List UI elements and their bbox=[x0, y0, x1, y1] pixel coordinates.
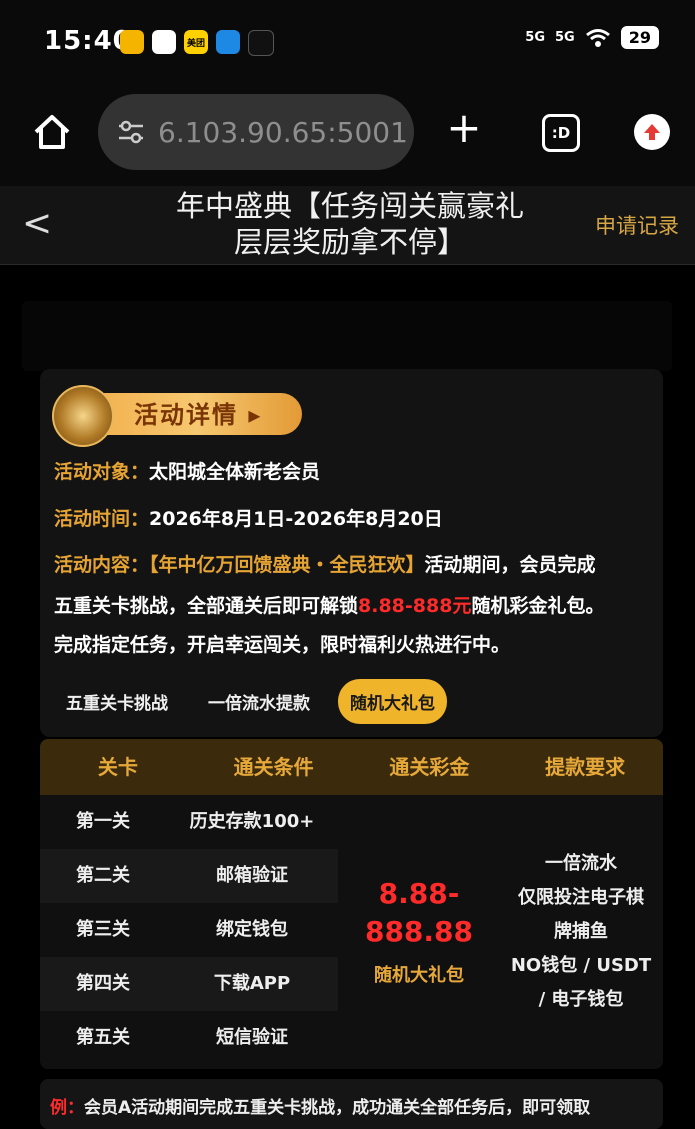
folder-app-icon bbox=[120, 30, 144, 54]
row-level: 第一关 bbox=[76, 811, 130, 832]
details-badge: 活动详情 ▸ bbox=[52, 385, 304, 447]
table-row: 第五关 短信验证 bbox=[40, 1011, 338, 1065]
target-line: 活动对象：太阳城全体新老会员 bbox=[54, 453, 320, 491]
content-text1: 活动期间，会员完成 bbox=[424, 554, 596, 576]
row-level: 第三关 bbox=[76, 919, 130, 940]
page-title-line2: 层层奖励拿不停】 bbox=[233, 225, 466, 259]
row-level: 第五关 bbox=[76, 1027, 130, 1048]
browser-toolbar: 6.103.90.65:5001 + :D bbox=[0, 86, 695, 186]
signal-icon-2: 5G bbox=[555, 29, 575, 45]
content-line2: 五重关卡挑战，全部通关后即可解锁8.88-888元随机彩金礼包。 bbox=[54, 587, 604, 625]
address-bar[interactable]: 6.103.90.65:5001 bbox=[98, 94, 414, 170]
content-text2b: 随机彩金礼包。 bbox=[471, 595, 605, 617]
content-highlight: 【年中亿万回馈盛典・全民狂欢】 bbox=[149, 554, 425, 576]
row-condition: 绑定钱包 bbox=[216, 919, 288, 940]
prize-subtitle: 随机大礼包 bbox=[374, 965, 464, 986]
header-prize: 通关彩金 bbox=[389, 755, 470, 779]
pen-app-icon bbox=[216, 30, 240, 54]
url-text: 6.103.90.65:5001 bbox=[158, 115, 408, 149]
page-title-line1: 年中盛典【任务闯关赢豪礼 bbox=[175, 189, 524, 223]
requirement-line: 牌捕鱼 bbox=[554, 921, 608, 942]
requirement-line: 一倍流水 bbox=[545, 853, 617, 874]
tab-withdraw[interactable]: 一倍流水提款 bbox=[196, 679, 322, 724]
content-line3: 完成指定任务，开启幸运闯关，限时福利火热进行中。 bbox=[54, 634, 511, 656]
example-text: 例：会员A活动期间完成五重关卡挑战，成功通关全部任务后，即可领取 bbox=[50, 1093, 590, 1118]
levels-table: 关卡 通关条件 通关彩金 提款要求 第一关 历史存款100+ 第二关 邮箱验证 … bbox=[40, 739, 663, 1069]
tab-five-levels[interactable]: 五重关卡挑战 bbox=[54, 679, 180, 724]
row-level: 第四关 bbox=[76, 973, 130, 994]
clock: 15:40 bbox=[44, 26, 132, 56]
time-line: 活动时间：2026年8月1日-2026年8月20日 bbox=[54, 500, 443, 538]
table-row: 第一关 历史存款100+ bbox=[40, 795, 338, 849]
target-label: 活动对象： bbox=[54, 461, 150, 483]
tab-bar: 五重关卡挑战 一倍流水提款 随机大礼包 bbox=[54, 679, 463, 724]
requirement-cell: 一倍流水 仅限投注电子棋 牌捕鱼 NO钱包 / USDT / 电子钱包 bbox=[506, 847, 656, 1017]
time-label: 活动时间： bbox=[54, 508, 150, 530]
upload-icon[interactable] bbox=[634, 114, 670, 150]
home-icon[interactable] bbox=[32, 112, 72, 152]
back-icon[interactable]: < bbox=[22, 206, 52, 242]
requirement-line: NO钱包 / USDT bbox=[510, 955, 652, 976]
status-bar: 15:40 美团 5G 5G 29 bbox=[0, 0, 695, 86]
content-text2a: 五重关卡挑战，全部通关后即可解锁 bbox=[54, 595, 359, 617]
content: 活动详情 ▸ 活动对象：太阳城全体新老会员 活动时间：2026年8月1日-202… bbox=[0, 265, 695, 1129]
new-tab-icon[interactable]: + bbox=[446, 107, 482, 150]
example-body: 会员A活动期间完成五重关卡挑战，成功通关全部任务后，即可领取 bbox=[84, 1098, 591, 1118]
row-condition: 下载APP bbox=[213, 973, 291, 994]
content-label: 活动内容： bbox=[54, 554, 150, 576]
header-level: 关卡 bbox=[97, 755, 138, 779]
prize-amount: 8.88- 888.88 bbox=[338, 875, 500, 951]
table-row: 第三关 绑定钱包 bbox=[40, 903, 338, 957]
tab-gift-pack[interactable]: 随机大礼包 bbox=[338, 679, 447, 724]
table-row: 第四关 下载APP bbox=[40, 957, 338, 1011]
prize-amount-line1: 8.88- bbox=[378, 877, 460, 910]
page-title: 年中盛典【任务闯关赢豪礼 层层奖励拿不停】 bbox=[150, 188, 550, 260]
requirement-line: 仅限投注电子棋 bbox=[518, 887, 644, 908]
meituan-app-icon: 美团 bbox=[184, 30, 208, 54]
prize-cell: 8.88- 888.88 随机大礼包 bbox=[338, 795, 500, 1069]
target-value: 太阳城全体新老会员 bbox=[149, 461, 321, 483]
time-value: 2026年8月1日-2026年8月20日 bbox=[149, 508, 443, 530]
badge-title: 活动详情 ▸ bbox=[134, 401, 263, 429]
tiktok-app-icon bbox=[248, 30, 274, 56]
medal-icon bbox=[52, 385, 114, 447]
status-right: 5G 5G 29 bbox=[525, 26, 659, 49]
table-header: 关卡 通关条件 通关彩金 提款要求 bbox=[40, 739, 663, 795]
battery-indicator: 29 bbox=[620, 26, 659, 49]
row-condition: 短信验证 bbox=[216, 1027, 288, 1048]
banner-area bbox=[22, 301, 672, 371]
apply-record-link[interactable]: 申请记录 bbox=[595, 210, 679, 240]
row-condition: 历史存款100+ bbox=[189, 811, 315, 832]
header-condition: 通关条件 bbox=[233, 755, 314, 779]
table-row: 第二关 邮箱验证 bbox=[40, 849, 338, 903]
content-amount: 8.88-888元 bbox=[358, 595, 472, 617]
example-label: 例： bbox=[50, 1098, 84, 1118]
prize-amount-line2: 888.88 bbox=[364, 915, 474, 948]
row-level: 第二关 bbox=[76, 865, 130, 886]
wifi-icon bbox=[585, 28, 610, 47]
header-requirement: 提款要求 bbox=[545, 755, 626, 779]
notification-icons: 美团 bbox=[120, 30, 274, 56]
requirement-line: / 电子钱包 bbox=[538, 989, 624, 1010]
qq-app-icon bbox=[152, 30, 176, 54]
site-settings-icon[interactable] bbox=[116, 117, 146, 147]
row-condition: 邮箱验证 bbox=[216, 865, 288, 886]
page-header: < 年中盛典【任务闯关赢豪礼 层层奖励拿不停】 申请记录 bbox=[0, 186, 695, 265]
signal-icon: 5G bbox=[525, 29, 546, 45]
tabs-icon[interactable]: :D bbox=[542, 114, 580, 152]
content-line1: 活动内容：【年中亿万回馈盛典・全民狂欢】活动期间，会员完成 bbox=[54, 546, 596, 584]
details-card: 活动详情 ▸ 活动对象：太阳城全体新老会员 活动时间：2026年8月1日-202… bbox=[40, 369, 663, 737]
